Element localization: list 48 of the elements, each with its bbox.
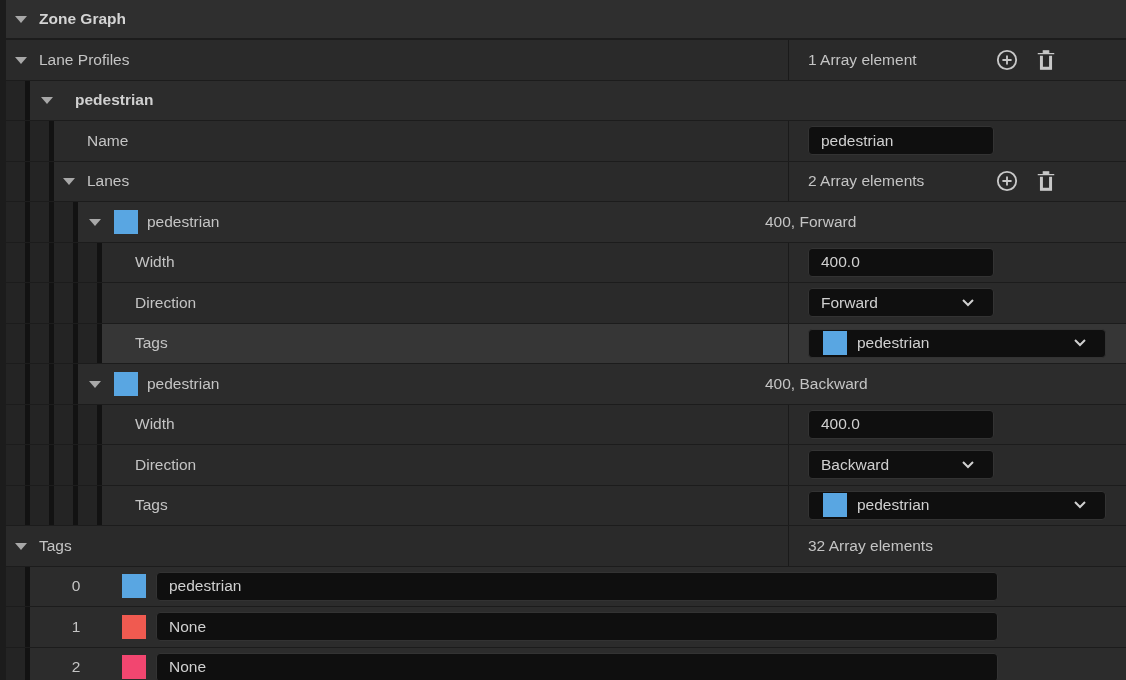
array-count: 32 Array elements: [808, 536, 934, 555]
number-field[interactable]: 400.0: [808, 409, 994, 439]
element-summary: 400, Forward: [765, 212, 857, 231]
property-label: Tags: [135, 334, 168, 353]
indent-gutter: [6, 647, 30, 680]
text-field[interactable]: None: [156, 652, 998, 680]
property-label: Direction: [135, 293, 197, 312]
property-label: Lane Profiles: [39, 50, 130, 69]
tag-dropdown[interactable]: pedestrian: [808, 328, 1106, 358]
array-count: 2 Array elements: [808, 172, 926, 191]
property-label: Tags: [39, 536, 72, 555]
index-label: 1: [70, 617, 82, 636]
chevron-down-icon: [961, 297, 975, 308]
indent-gutter: [6, 566, 30, 606]
chevron-down-icon: [961, 459, 975, 470]
property-label: Name: [87, 131, 129, 150]
tag-dropdown[interactable]: pedestrian: [808, 490, 1106, 520]
delete-icon[interactable]: [1035, 170, 1057, 193]
array-count: 1 Array element: [808, 50, 918, 69]
property-label: Width: [135, 253, 175, 272]
dropdown[interactable]: Backward: [808, 450, 994, 480]
chevron-down-icon: [1073, 338, 1087, 349]
category-title: Zone Graph: [39, 10, 126, 28]
array-element-header[interactable]: pedestrian 400, Backward: [78, 364, 1126, 404]
add-icon[interactable]: [996, 170, 1018, 193]
dropdown[interactable]: Forward: [808, 288, 994, 318]
text-field[interactable]: pedestrian: [808, 126, 994, 156]
property-label: Lanes: [87, 172, 130, 191]
text-field[interactable]: pedestrian: [156, 571, 998, 601]
array-element-header[interactable]: pedestrian: [30, 80, 1126, 120]
index-label: 2: [70, 658, 82, 677]
chevron-down-icon: [1073, 500, 1087, 511]
indent-gutter: [6, 364, 78, 404]
text-field[interactable]: None: [156, 612, 998, 642]
index-label: 0: [70, 577, 82, 596]
delete-icon[interactable]: [1035, 48, 1057, 71]
indent-gutter: [6, 607, 30, 647]
element-title: pedestrian: [147, 374, 220, 393]
element-title: pedestrian: [75, 91, 154, 110]
array-element-header[interactable]: pedestrian 400, Forward: [78, 202, 1126, 242]
element-title: pedestrian: [147, 212, 220, 231]
property-label: Direction: [135, 455, 197, 474]
element-summary: 400, Backward: [765, 374, 868, 393]
property-label: Width: [135, 415, 175, 434]
category-header[interactable]: Zone Graph: [6, 0, 1126, 38]
number-field[interactable]: 400.0: [808, 247, 994, 277]
add-icon[interactable]: [996, 48, 1018, 71]
property-label: Tags: [135, 496, 168, 515]
